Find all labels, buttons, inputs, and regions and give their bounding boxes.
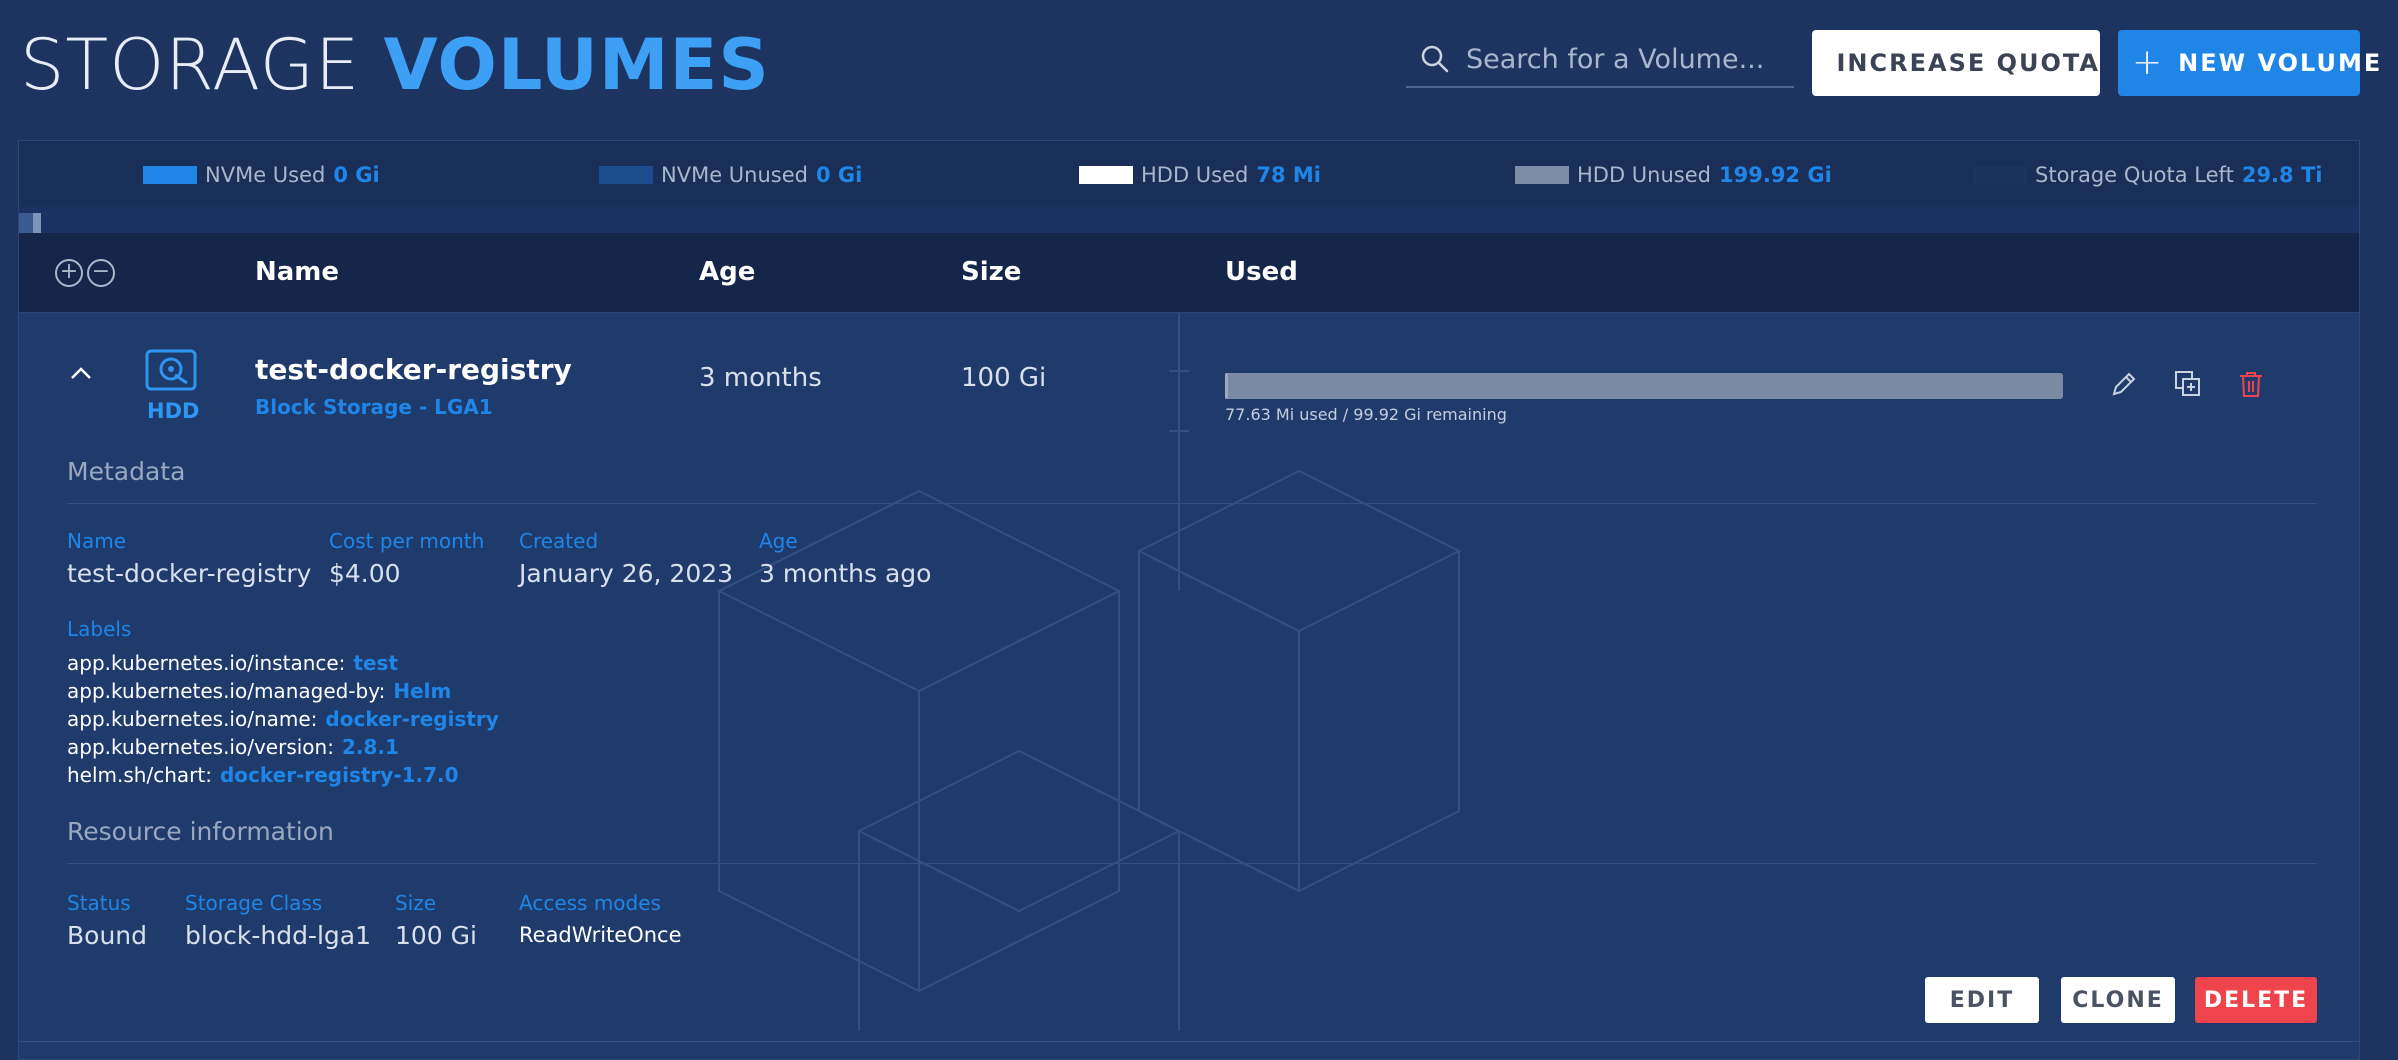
hard-drive-icon (145, 349, 197, 391)
label-value: docker-registry (325, 707, 498, 731)
label-entry: app.kubernetes.io/name: docker-registry (67, 707, 499, 731)
resource-value-status: Bound (67, 921, 147, 950)
increase-quota-label: INCREASE QUOTA (1837, 49, 2101, 77)
search-icon (1420, 44, 1450, 74)
storage-usage-bar (19, 207, 2359, 233)
new-volume-button[interactable]: + NEW VOLUME (2118, 30, 2360, 96)
legend-swatch (599, 166, 653, 184)
chevron-up-icon[interactable] (69, 365, 93, 381)
legend-value: 29.8 Ti (2242, 163, 2323, 187)
legend-value: 78 Mi (1256, 163, 1321, 187)
legend-label: Storage Quota Left (2035, 163, 2234, 187)
labels-heading: Labels (67, 617, 131, 641)
legend-swatch (143, 166, 197, 184)
column-header-size[interactable]: Size (961, 257, 1021, 287)
label-value: docker-registry-1.7.0 (220, 763, 459, 787)
legend-item: HDD Unused 199.92 Gi (1515, 163, 1832, 187)
legend-item: NVMe Used 0 Gi (143, 163, 380, 187)
legend-swatch (1515, 166, 1569, 184)
legend-item: Storage Quota Left 29.8 Ti (1973, 163, 2322, 187)
label-key: app.kubernetes.io/version: (67, 735, 334, 759)
legend-item: HDD Used 78 Mi (1079, 163, 1321, 187)
divider (67, 863, 2317, 864)
plus-icon: + (2132, 45, 2164, 81)
volume-storage-type: Block Storage - LGA1 (255, 395, 493, 419)
meta-label-created: Created (519, 529, 598, 553)
legend-label: HDD Used (1141, 163, 1248, 187)
label-entry: app.kubernetes.io/version: 2.8.1 (67, 735, 399, 759)
legend-swatch (1973, 166, 2027, 184)
label-key: app.kubernetes.io/managed-by: (67, 679, 385, 703)
volume-type-label: HDD (147, 399, 199, 423)
meta-value-created: January 26, 2023 (519, 559, 733, 588)
search-input[interactable] (1464, 43, 1784, 76)
volume-name[interactable]: test-docker-registry (255, 353, 572, 386)
resource-value-size: 100 Gi (395, 921, 477, 950)
column-header-age[interactable]: Age (699, 257, 755, 287)
page-title-light: STORAGE (20, 24, 360, 106)
delete-button[interactable]: DELETE (2195, 977, 2317, 1023)
resource-label-access-modes: Access modes (519, 891, 661, 915)
storage-legend: NVMe Used 0 Gi NVMe Unused 0 Gi HDD Used 78… (19, 141, 2359, 207)
increase-quota-button[interactable]: INCREASE QUOTA (1812, 30, 2100, 96)
label-key: app.kubernetes.io/name: (67, 707, 317, 731)
label-entry: helm.sh/chart: docker-registry-1.7.0 (67, 763, 459, 787)
label-entry: app.kubernetes.io/managed-by: Helm (67, 679, 451, 703)
label-value: 2.8.1 (342, 735, 399, 759)
meta-value-age: 3 months ago (759, 559, 931, 588)
legend-label: NVMe Used (205, 163, 325, 187)
database-icon (1824, 49, 1825, 77)
meta-label-age: Age (759, 529, 798, 553)
page-title-bold: VOLUMES (383, 24, 769, 106)
resource-label-size: Size (395, 891, 436, 915)
search-box (1406, 32, 1794, 88)
divider (67, 503, 2317, 504)
legend-label: HDD Unused (1577, 163, 1711, 187)
clone-button[interactable]: CLONE (2061, 977, 2175, 1023)
legend-value: 0 Gi (333, 163, 379, 187)
label-value: Helm (393, 679, 451, 703)
volume-age: 3 months (699, 363, 822, 393)
meta-value-cost: $4.00 (329, 559, 401, 588)
page-title: STORAGE VOLUMES (20, 22, 770, 108)
legend-label: NVMe Unused (661, 163, 808, 187)
label-key: app.kubernetes.io/instance: (67, 651, 345, 675)
edit-pencil-icon[interactable] (2109, 369, 2139, 399)
resource-label-status: Status (67, 891, 131, 915)
volume-usage-bar (1225, 373, 2063, 399)
expand-all-icon[interactable]: + (55, 259, 83, 287)
label-entry: app.kubernetes.io/instance: test (67, 651, 398, 675)
metadata-heading: Metadata (67, 457, 185, 486)
resource-label-storage-class: Storage Class (185, 891, 322, 915)
volume-usage-text: 77.63 Mi used / 99.92 Gi remaining (1225, 405, 1507, 424)
column-header-name[interactable]: Name (255, 257, 339, 287)
trash-icon[interactable] (2237, 369, 2265, 399)
resource-heading: Resource information (67, 817, 334, 846)
meta-label-name: Name (67, 529, 126, 553)
divider (19, 1041, 2359, 1042)
collapse-all-icon[interactable]: − (87, 259, 115, 287)
new-volume-label: NEW VOLUME (2178, 49, 2382, 77)
resource-value-storage-class: block-hdd-lga1 (185, 921, 371, 950)
meta-label-cost: Cost per month (329, 529, 484, 553)
column-header-used[interactable]: Used (1225, 257, 1298, 287)
volume-size: 100 Gi (961, 363, 1046, 393)
legend-value: 0 Gi (816, 163, 862, 187)
edit-button[interactable]: EDIT (1925, 977, 2039, 1023)
storage-usage-segment (33, 213, 41, 233)
label-key: helm.sh/chart: (67, 763, 212, 787)
clone-icon[interactable] (2173, 369, 2203, 399)
volumes-panel: NVMe Used 0 Gi NVMe Unused 0 Gi HDD Used 78… (18, 140, 2360, 1060)
legend-item: NVMe Unused 0 Gi (599, 163, 862, 187)
volume-usage-fill (1225, 373, 1228, 399)
table-header: + − Name Age Size Used (19, 233, 2359, 313)
meta-value-name: test-docker-registry (67, 559, 311, 588)
legend-value: 199.92 Gi (1719, 163, 1832, 187)
resource-value-access-modes: ReadWriteOnce (519, 923, 682, 947)
legend-swatch (1079, 166, 1133, 184)
label-value: test (353, 651, 398, 675)
